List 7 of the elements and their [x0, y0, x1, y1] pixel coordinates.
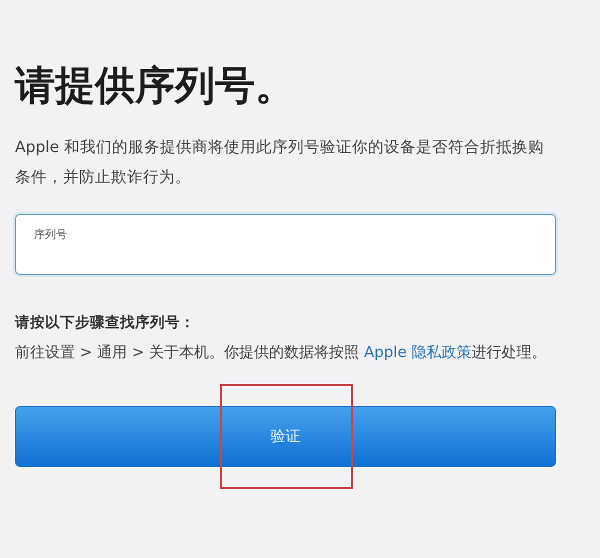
- verify-button[interactable]: 验证: [15, 406, 556, 467]
- serial-number-field[interactable]: 序列号: [15, 214, 556, 275]
- steps-heading: 请按以下步骤查找序列号：: [15, 314, 196, 333]
- intro-text: Apple 和我们的服务提供商将使用此序列号验证你的设备是否符合折抵换购条件，并防止欺诈行为。: [15, 137, 546, 188]
- page-title: 请提供序列号。: [15, 62, 296, 110]
- steps-text: 前往设置 > 通用 > 关于本机。你提供的数据将按照 Apple 隐私政策进行处理。: [15, 342, 548, 363]
- privacy-policy-link[interactable]: Apple 隐私政策: [364, 342, 472, 361]
